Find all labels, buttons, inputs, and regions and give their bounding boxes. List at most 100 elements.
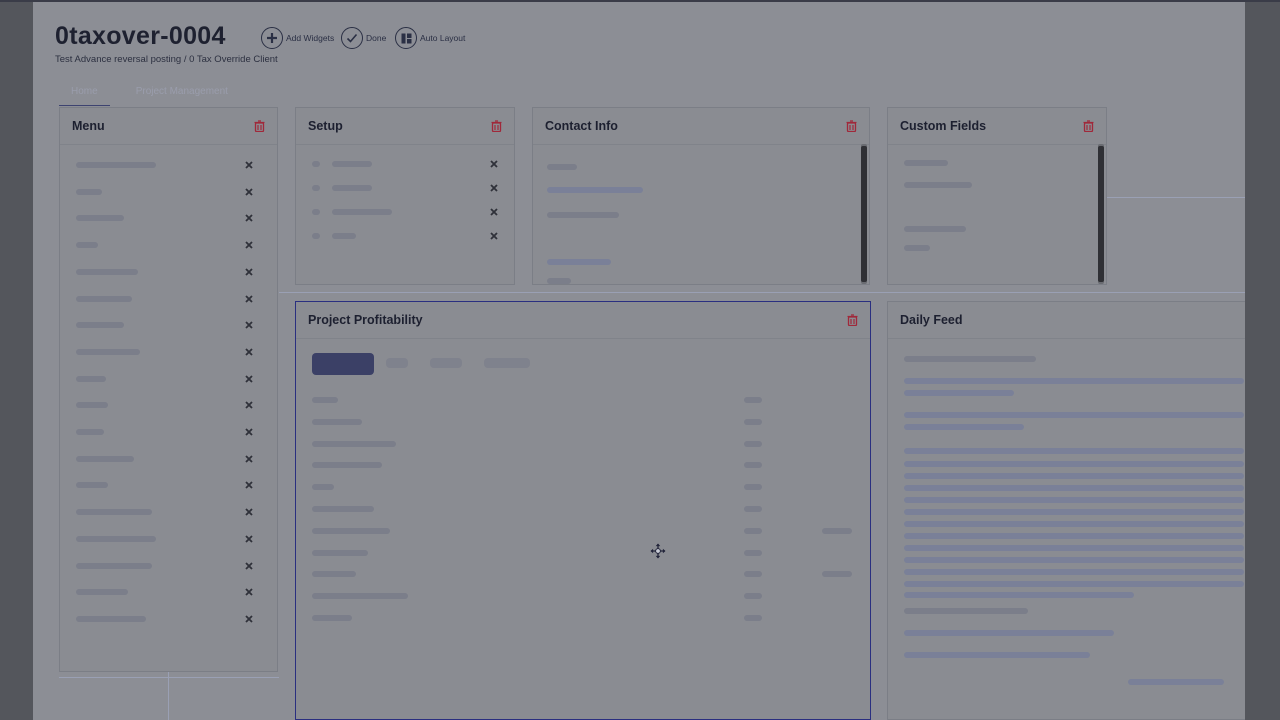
contact-field xyxy=(547,278,571,284)
remove-icon[interactable] xyxy=(245,161,253,169)
contact-info-widget[interactable]: Contact Info xyxy=(532,107,870,285)
remove-icon[interactable] xyxy=(245,615,253,623)
feed-line xyxy=(904,652,1090,658)
remove-icon[interactable] xyxy=(245,374,253,383)
remove-icon[interactable] xyxy=(245,401,253,409)
feed-line xyxy=(904,412,1244,418)
feed-line xyxy=(904,592,1134,598)
remove-icon[interactable] xyxy=(245,561,253,570)
remove-icon[interactable] xyxy=(245,481,253,490)
daily-feed-widget[interactable]: Daily Feed xyxy=(887,301,1245,720)
done-label: Done xyxy=(366,33,387,43)
feed-line xyxy=(904,378,1244,384)
profitability-filter-chip[interactable] xyxy=(430,358,462,368)
add-widgets-button[interactable]: Add Widgets xyxy=(261,27,334,49)
remove-icon[interactable] xyxy=(245,268,253,276)
feed-line xyxy=(904,473,1244,479)
widget-title: Contact Info xyxy=(545,119,618,133)
feed-line xyxy=(904,533,1244,539)
trash-icon[interactable] xyxy=(254,120,265,132)
feed-line xyxy=(904,557,1244,563)
remove-icon[interactable] xyxy=(245,455,253,463)
auto-layout-button[interactable]: Auto Layout xyxy=(395,27,465,49)
layout-grid-line xyxy=(59,677,279,678)
remove-icon[interactable] xyxy=(245,294,253,303)
layout-grid-line xyxy=(1107,197,1245,198)
feed-line xyxy=(904,545,1244,551)
grid-layout-icon xyxy=(395,27,417,49)
contact-field xyxy=(547,212,619,218)
widget-header: Setup xyxy=(296,108,514,145)
widget-header: Daily Feed xyxy=(888,302,1245,339)
remove-icon[interactable] xyxy=(490,208,498,216)
remove-icon[interactable] xyxy=(245,188,253,196)
page-subtitle: Test Advance reversal posting / 0 Tax Ov… xyxy=(55,54,278,65)
trash-icon[interactable] xyxy=(491,120,502,132)
contact-field xyxy=(547,187,643,193)
widget-header: Menu xyxy=(60,108,277,145)
remove-icon[interactable] xyxy=(490,160,498,168)
contact-field xyxy=(547,259,611,265)
trash-icon[interactable] xyxy=(847,314,858,326)
widget-header: Project Profitability xyxy=(296,302,870,339)
widget-title: Custom Fields xyxy=(900,119,987,133)
widget-header: Custom Fields xyxy=(888,108,1106,145)
widget-title: Setup xyxy=(308,119,343,133)
tab-home[interactable]: Home xyxy=(59,84,110,106)
remove-icon[interactable] xyxy=(245,321,253,329)
feed-line xyxy=(1128,679,1224,685)
widget-header: Contact Info xyxy=(533,108,869,145)
menu-widget[interactable]: Menu xyxy=(59,107,278,672)
scrollbar-thumb[interactable] xyxy=(861,146,867,282)
custom-field xyxy=(904,160,948,166)
feed-line xyxy=(904,448,1244,454)
feed-line xyxy=(904,497,1244,503)
remove-icon[interactable] xyxy=(245,428,253,436)
remove-icon[interactable] xyxy=(245,508,253,516)
tab-project-management[interactable]: Project Management xyxy=(124,84,240,106)
feed-line xyxy=(904,581,1244,587)
profitability-filter-chip[interactable] xyxy=(386,358,408,368)
custom-fields-widget[interactable]: Custom Fields xyxy=(887,107,1107,285)
auto-layout-label: Auto Layout xyxy=(420,33,466,43)
check-circle-icon xyxy=(341,27,363,49)
plus-circle-icon xyxy=(261,27,283,49)
project-profitability-widget[interactable]: Project Profitability xyxy=(295,301,871,720)
trash-icon[interactable] xyxy=(846,120,857,132)
setup-widget[interactable]: Setup xyxy=(295,107,515,285)
done-button[interactable]: Done xyxy=(341,27,386,49)
widget-title: Project Profitability xyxy=(308,313,423,327)
remove-icon[interactable] xyxy=(245,348,253,356)
custom-field xyxy=(904,182,972,188)
widget-title: Daily Feed xyxy=(900,313,963,327)
remove-icon[interactable] xyxy=(245,241,253,249)
feed-line xyxy=(904,630,1114,636)
add-widgets-label: Add Widgets xyxy=(286,33,335,43)
feed-line xyxy=(904,521,1244,527)
feed-line xyxy=(904,461,1244,467)
feed-line xyxy=(904,485,1244,491)
custom-field xyxy=(904,226,966,232)
feed-line xyxy=(904,356,1036,362)
profitability-filter-chip[interactable] xyxy=(312,353,374,375)
feed-line xyxy=(904,608,1028,614)
tab-bar: Home Project Management xyxy=(59,84,240,106)
remove-icon[interactable] xyxy=(245,214,253,223)
layout-grid-line xyxy=(168,672,169,720)
widget-title: Menu xyxy=(72,119,105,133)
scrollbar-thumb[interactable] xyxy=(1098,146,1104,282)
custom-field xyxy=(904,245,930,251)
dashboard-page: 0taxover-0004 Test Advance reversal post… xyxy=(33,2,1245,720)
remove-icon[interactable] xyxy=(245,535,253,543)
feed-line xyxy=(904,569,1244,575)
feed-line xyxy=(904,424,1024,430)
remove-icon[interactable] xyxy=(490,184,498,192)
feed-line xyxy=(904,390,1014,396)
remove-icon[interactable] xyxy=(245,588,253,596)
remove-icon[interactable] xyxy=(490,232,498,240)
move-arrows-icon xyxy=(650,543,666,559)
trash-icon[interactable] xyxy=(1083,120,1094,132)
feed-line xyxy=(904,509,1244,515)
layout-grid-line xyxy=(279,292,1245,293)
profitability-filter-chip[interactable] xyxy=(484,358,530,368)
